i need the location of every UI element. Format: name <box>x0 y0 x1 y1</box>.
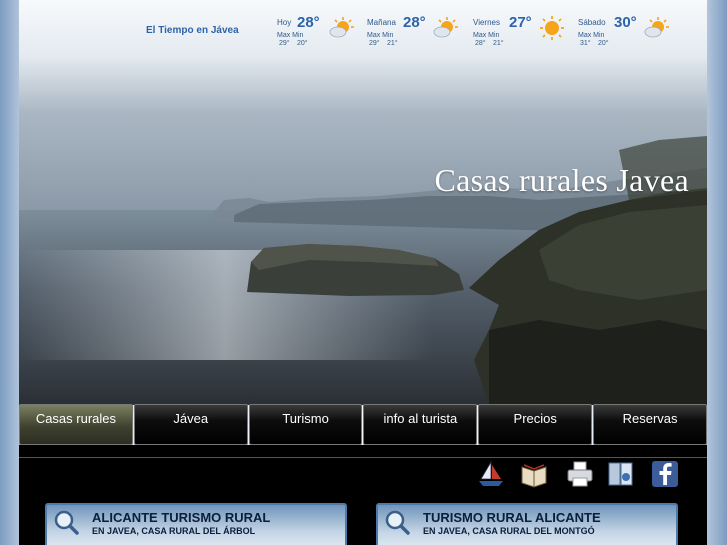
nav-item-turismo[interactable]: Turismo <box>248 404 363 445</box>
facebook-icon[interactable] <box>650 459 680 489</box>
max-min-labels: Max Min <box>473 32 500 39</box>
nav-item-javea[interactable]: Jávea <box>133 404 248 445</box>
day-temp: 30° <box>614 14 637 31</box>
magnifier-icon <box>54 510 79 535</box>
sun-cloud-icon <box>433 17 458 38</box>
day-temp: 28° <box>403 14 426 31</box>
weather-widget: El Tiempo en Jávea Hoy 28° Max Min 29° 2… <box>19 0 707 58</box>
card-subtitle: EN JAVEA, CASA RURAL DEL MONTGÓ <box>423 526 595 536</box>
card-subtitle: EN JAVEA, CASA RURAL DEL ÁRBOL <box>92 526 256 536</box>
max-temp: 29° <box>369 40 380 47</box>
divider <box>19 457 707 458</box>
sun-cloud-icon <box>329 17 354 38</box>
day-name: Mañana <box>367 18 396 27</box>
weather-day-saturday: Sábado 30° Max Min 31° 20° <box>578 12 678 52</box>
max-temp: 28° <box>475 40 486 47</box>
content-area: ALICANTE TURISMO RURAL EN JAVEA, CASA RU… <box>19 445 707 545</box>
weather-title[interactable]: El Tiempo en Jávea <box>146 25 239 36</box>
hero-title: Casas rurales Javea <box>434 162 689 198</box>
day-name: Hoy <box>277 18 292 27</box>
card-title: ALICANTE TURISMO RURAL <box>92 510 271 525</box>
day-name: Sábado <box>578 18 606 27</box>
nav-item-reservas[interactable]: Reservas <box>593 404 707 445</box>
book-icon[interactable] <box>519 459 549 489</box>
main-nav: Casas rurales Jávea Turismo info al turi… <box>19 404 707 445</box>
magnifier-icon <box>385 510 410 535</box>
min-temp: 21° <box>387 40 398 47</box>
boat-icon[interactable] <box>476 459 506 489</box>
card-casa-montgo[interactable]: TURISMO RURAL ALICANTE EN JAVEA, CASA RU… <box>376 503 678 545</box>
nav-item-precios[interactable]: Precios <box>478 404 593 445</box>
day-temp: 28° <box>297 14 320 31</box>
max-temp: 31° <box>580 40 591 47</box>
max-min-labels: Max Min <box>277 32 304 39</box>
min-temp: 21° <box>493 40 504 47</box>
sun-cloud-icon <box>644 17 669 38</box>
page: Casas rurales Javea El Tiempo en Jávea H… <box>19 0 707 545</box>
weather-day-friday: Viernes 27° Max Min 28° 21° <box>473 12 573 52</box>
nav-item-casas-rurales[interactable]: Casas rurales <box>19 404 133 445</box>
max-min-labels: Max Min <box>367 32 394 39</box>
day-temp: 27° <box>509 14 532 31</box>
weather-day-today: Hoy 28° Max Min 29° 20° <box>277 12 377 52</box>
brochure-icon[interactable] <box>606 459 636 489</box>
hero-photo: Casas rurales Javea <box>19 0 707 405</box>
day-name: Viernes <box>473 18 500 27</box>
min-temp: 20° <box>598 40 609 47</box>
max-temp: 29° <box>279 40 290 47</box>
card-title: TURISMO RURAL ALICANTE <box>423 510 601 525</box>
max-min-labels: Max Min <box>578 32 605 39</box>
weather-day-tomorrow: Mañana 28° Max Min 29° 21° <box>367 12 467 52</box>
printer-icon[interactable] <box>565 459 595 489</box>
sun-icon <box>540 16 564 40</box>
nav-item-info-turista[interactable]: info al turista <box>363 404 478 445</box>
min-temp: 20° <box>297 40 308 47</box>
card-casa-arbol[interactable]: ALICANTE TURISMO RURAL EN JAVEA, CASA RU… <box>45 503 347 545</box>
coast-scene-image <box>19 0 707 405</box>
